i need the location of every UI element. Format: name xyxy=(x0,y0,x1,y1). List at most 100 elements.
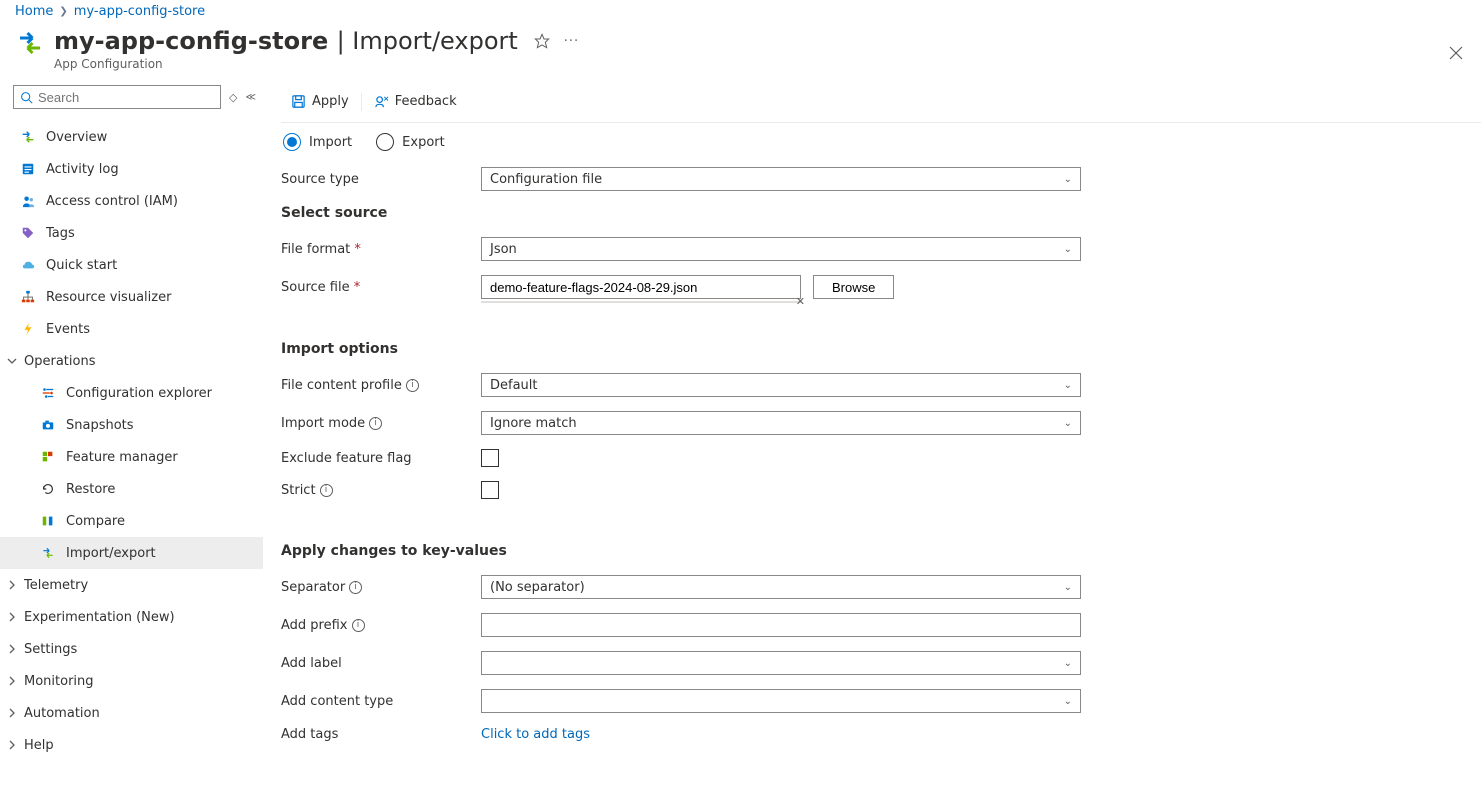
sidebar: ◇ ≪ Overview Activity log Access control… xyxy=(0,81,263,776)
nav-label: Resource visualizer xyxy=(46,290,171,305)
feedback-button[interactable]: Feedback xyxy=(364,81,467,122)
nav-label: Overview xyxy=(46,130,107,145)
nav-label: Settings xyxy=(24,642,77,657)
toolbar: Apply Feedback xyxy=(281,81,1481,123)
nav-label: Access control (IAM) xyxy=(46,194,178,209)
breadcrumb-home[interactable]: Home xyxy=(15,4,53,19)
nav-help[interactable]: Help xyxy=(0,729,263,761)
bolt-icon xyxy=(20,321,36,337)
nav-label: Configuration explorer xyxy=(66,386,212,401)
chevron-right-icon xyxy=(4,644,20,654)
exclude-feature-flag-checkbox[interactable] xyxy=(481,449,499,467)
info-icon[interactable]: i xyxy=(352,619,365,632)
more-icon[interactable]: ··· xyxy=(564,34,579,49)
chevron-down-icon: ⌄ xyxy=(1064,582,1072,593)
radio-export[interactable]: Export xyxy=(376,133,445,151)
radio-label: Export xyxy=(402,135,445,150)
source-type-select[interactable]: Configuration file ⌄ xyxy=(481,167,1081,191)
separator-select[interactable]: (No separator) ⌄ xyxy=(481,575,1081,599)
search-input[interactable] xyxy=(38,90,214,105)
chevron-right-icon xyxy=(4,708,20,718)
nav-events[interactable]: Events xyxy=(0,313,263,345)
nav-quick-start[interactable]: Quick start xyxy=(0,249,263,281)
nav-label: Experimentation (New) xyxy=(24,610,175,625)
strict-checkbox[interactable] xyxy=(481,481,499,499)
camera-icon xyxy=(40,417,56,433)
nav-feature-manager[interactable]: Feature manager xyxy=(0,441,263,473)
radio-label: Import xyxy=(309,135,352,150)
source-file-label: Source file * xyxy=(281,280,481,295)
info-icon[interactable]: i xyxy=(349,581,362,594)
nav-compare[interactable]: Compare xyxy=(0,505,263,537)
search-icon xyxy=(20,91,34,104)
nav-label: Help xyxy=(24,738,54,753)
add-prefix-input[interactable] xyxy=(481,613,1081,637)
clear-file-icon[interactable]: ✕ xyxy=(796,295,805,308)
add-label-select[interactable]: ⌄ xyxy=(481,651,1081,675)
chevron-down-icon: ⌄ xyxy=(1064,658,1072,669)
import-export-icon xyxy=(40,545,56,561)
feedback-icon xyxy=(374,94,389,109)
chevron-right-icon xyxy=(4,580,20,590)
nav-experimentation[interactable]: Experimentation (New) xyxy=(0,601,263,633)
nav-resource-visualizer[interactable]: Resource visualizer xyxy=(0,281,263,313)
add-content-type-select[interactable]: ⌄ xyxy=(481,689,1081,713)
nav-label: Automation xyxy=(24,706,100,721)
info-icon[interactable]: i xyxy=(320,484,333,497)
import-mode-select[interactable]: Ignore match ⌄ xyxy=(481,411,1081,435)
nav-automation[interactable]: Automation xyxy=(0,697,263,729)
save-icon xyxy=(291,94,306,109)
nav-tags[interactable]: Tags xyxy=(0,217,263,249)
nav-access-control[interactable]: Access control (IAM) xyxy=(0,185,263,217)
flag-icon xyxy=(40,449,56,465)
nav-activity-log[interactable]: Activity log xyxy=(0,153,263,185)
nav-operations[interactable]: Operations xyxy=(0,345,263,377)
chevron-right-icon xyxy=(4,740,20,750)
source-file-input[interactable] xyxy=(481,275,801,299)
sliders-icon xyxy=(40,385,56,401)
chevron-right-icon: ❯ xyxy=(59,6,67,17)
nav-settings[interactable]: Settings xyxy=(0,633,263,665)
main-content: Apply Feedback Import xyxy=(263,81,1481,776)
nav-overview[interactable]: Overview xyxy=(0,121,263,153)
people-icon xyxy=(20,193,36,209)
browse-button[interactable]: Browse xyxy=(813,275,894,299)
info-icon[interactable]: i xyxy=(369,417,382,430)
import-mode-label: Import modei xyxy=(281,416,481,431)
nav-telemetry[interactable]: Telemetry xyxy=(0,569,263,601)
select-value: Ignore match xyxy=(490,416,577,431)
favorite-star-icon[interactable] xyxy=(534,33,550,49)
file-format-select[interactable]: Json ⌄ xyxy=(481,237,1081,261)
nav-monitoring[interactable]: Monitoring xyxy=(0,665,263,697)
nav-label: Import/export xyxy=(66,546,156,561)
overview-icon xyxy=(20,129,36,145)
nav-label: Restore xyxy=(66,482,115,497)
button-label: Feedback xyxy=(395,94,457,109)
add-tags-link[interactable]: Click to add tags xyxy=(481,727,590,742)
chevron-down-icon: ⌄ xyxy=(1064,418,1072,429)
nav-label: Snapshots xyxy=(66,418,134,433)
nav-config-explorer[interactable]: Configuration explorer xyxy=(0,377,263,409)
radio-circle xyxy=(376,133,394,151)
chevron-down-icon xyxy=(4,356,20,366)
chevron-down-icon: ⌄ xyxy=(1064,696,1072,707)
nav-label: Activity log xyxy=(46,162,119,177)
file-content-profile-select[interactable]: Default ⌄ xyxy=(481,373,1081,397)
select-value: Json xyxy=(490,242,517,257)
nav-restore[interactable]: Restore xyxy=(0,473,263,505)
button-label: Apply xyxy=(312,94,349,109)
apply-changes-heading: Apply changes to key-values xyxy=(281,543,1481,559)
close-button[interactable] xyxy=(1449,46,1463,60)
collapse-sidebar-icon[interactable]: ≪ xyxy=(245,92,255,103)
sidebar-search[interactable] xyxy=(13,85,221,109)
nav-snapshots[interactable]: Snapshots xyxy=(0,409,263,441)
breadcrumb-resource[interactable]: my-app-config-store xyxy=(74,4,205,19)
info-icon[interactable]: i xyxy=(406,379,419,392)
radio-import[interactable]: Import xyxy=(283,133,352,151)
nav-label: Operations xyxy=(24,354,95,369)
exclude-feature-flag-label: Exclude feature flag xyxy=(281,451,481,466)
file-progress: ✕ xyxy=(481,301,801,303)
apply-button[interactable]: Apply xyxy=(281,81,359,122)
expand-icon[interactable]: ◇ xyxy=(229,91,237,104)
nav-import-export[interactable]: Import/export xyxy=(0,537,263,569)
